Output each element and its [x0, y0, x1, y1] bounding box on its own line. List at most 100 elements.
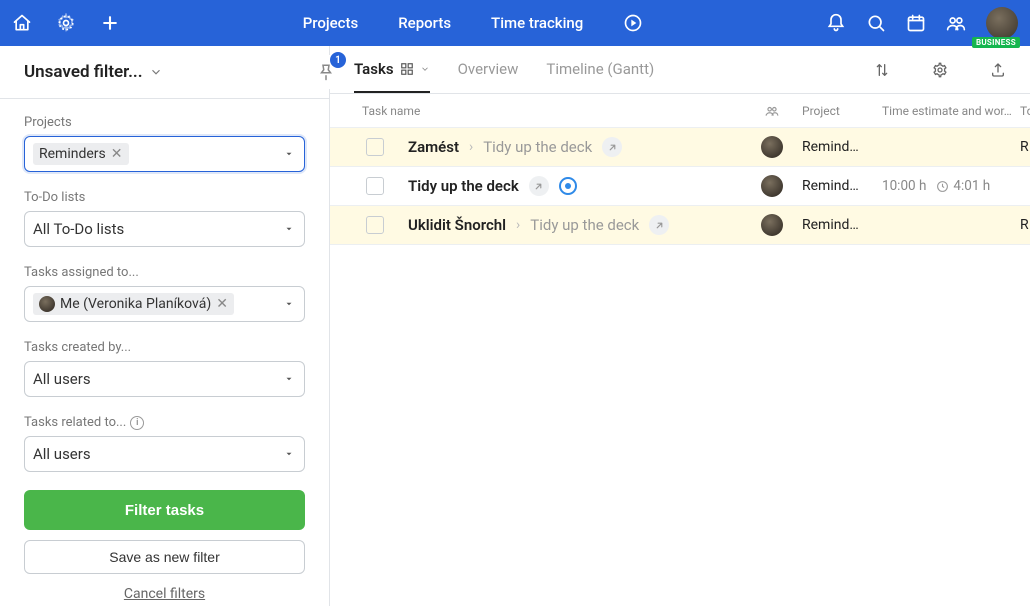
- field-assigned: Tasks assigned to... Me (Veronika Planík…: [24, 265, 305, 322]
- assignee-avatar: [761, 136, 783, 158]
- label-text: Tasks related to...: [24, 415, 126, 430]
- table-header: Task name Project Time estimate and wor……: [330, 94, 1030, 128]
- home-icon[interactable]: [12, 13, 32, 33]
- open-link-icon[interactable]: [649, 215, 669, 235]
- select-related[interactable]: All users: [24, 436, 305, 472]
- tab-tasks[interactable]: Tasks: [354, 46, 430, 93]
- filter-body: Projects Reminders ✕ To-Do lists All To-…: [0, 99, 329, 606]
- sidebar: Unsaved filter... 1 Projects Reminders ✕: [0, 46, 330, 606]
- crumb-separator-icon: ›: [469, 139, 473, 155]
- info-icon[interactable]: i: [130, 416, 144, 430]
- filter-header[interactable]: Unsaved filter... 1: [0, 46, 329, 99]
- chevron-down-icon: [420, 64, 430, 74]
- export-icon[interactable]: [990, 62, 1006, 78]
- add-icon[interactable]: [100, 13, 120, 33]
- chip-remove-icon[interactable]: ✕: [216, 296, 228, 312]
- cancel-filters-link[interactable]: Cancel filters: [24, 586, 305, 602]
- worked-value: 4:01 h: [953, 178, 990, 194]
- open-link-icon[interactable]: [529, 176, 549, 196]
- col-tail: To: [1014, 104, 1030, 118]
- settings-icon[interactable]: [932, 62, 948, 78]
- select-assigned[interactable]: Me (Veronika Planíková) ✕: [24, 286, 305, 322]
- task-checkbox[interactable]: [366, 216, 384, 234]
- task-name-cell: Uklidit Šnorchl › Tidy up the deck: [354, 215, 750, 235]
- crumb-separator-icon: ›: [516, 217, 520, 233]
- assignee-cell[interactable]: [750, 214, 794, 236]
- chevron-down-icon: [149, 65, 163, 79]
- select-todo[interactable]: All To-Do lists: [24, 211, 305, 247]
- select-value: All users: [33, 370, 91, 388]
- topbar-left: [12, 13, 120, 33]
- select-value: All To-Do lists: [33, 220, 124, 238]
- task-checkbox[interactable]: [366, 138, 384, 156]
- select-value: All users: [33, 445, 91, 463]
- worked-group: 4:01 h: [936, 178, 990, 194]
- task-checkbox[interactable]: [366, 177, 384, 195]
- col-task-name[interactable]: Task name: [354, 104, 750, 118]
- record-icon[interactable]: [559, 177, 577, 195]
- task-row[interactable]: Uklidit Šnorchl›Tidy up the deckRemind…R: [330, 206, 1030, 245]
- task-name-cell: Zamést › Tidy up the deck: [354, 137, 750, 157]
- open-link-icon[interactable]: [602, 137, 622, 157]
- assignee-cell[interactable]: [750, 175, 794, 197]
- tab-label: Tasks: [354, 60, 394, 78]
- label-related: Tasks related to... i: [24, 415, 305, 430]
- calendar-icon[interactable]: [906, 13, 926, 33]
- assignee-avatar: [761, 214, 783, 236]
- task-row[interactable]: Tidy up the deck Remind… 10:00 h 4:01 h: [330, 167, 1030, 206]
- task-row[interactable]: Zamést › Tidy up the deck Remind… R: [330, 128, 1030, 167]
- project-cell[interactable]: Remind…: [794, 139, 874, 155]
- filter-title: Unsaved filter...: [24, 62, 143, 82]
- project-cell[interactable]: Remind…: [794, 217, 874, 233]
- col-estimate[interactable]: Time estimate and wor…: [874, 104, 1014, 118]
- select-created[interactable]: All users: [24, 361, 305, 397]
- chip-project: Reminders ✕: [33, 143, 129, 165]
- gear-icon[interactable]: [56, 13, 76, 33]
- field-related: Tasks related to... i All users: [24, 415, 305, 472]
- label-assigned: Tasks assigned to...: [24, 265, 305, 280]
- tab-timeline[interactable]: Timeline (Gantt): [546, 46, 654, 93]
- sort-icon[interactable]: [874, 62, 890, 78]
- parent-task-name[interactable]: Tidy up the deck: [483, 138, 592, 156]
- badge-business: BUSINESS: [972, 37, 1020, 48]
- field-todo: To-Do lists All To-Do lists: [24, 190, 305, 247]
- search-icon[interactable]: [866, 13, 886, 33]
- bell-icon[interactable]: [826, 13, 846, 33]
- assignee-cell[interactable]: [750, 136, 794, 158]
- estimate-cell[interactable]: 10:00 h 4:01 h: [874, 178, 1014, 194]
- people-icon[interactable]: [946, 13, 966, 33]
- label-todo: To-Do lists: [24, 190, 305, 205]
- parent-task-name[interactable]: Tidy up the deck: [530, 216, 639, 234]
- avatar[interactable]: [986, 7, 1018, 39]
- grid-view-icon[interactable]: [400, 62, 414, 76]
- select-projects[interactable]: Reminders ✕: [24, 136, 305, 172]
- col-assignee[interactable]: [750, 104, 794, 118]
- topbar: Projects Reports Time tracking BUSINESS: [0, 0, 1030, 46]
- assignee-avatar: [761, 175, 783, 197]
- task-title[interactable]: Zamést: [408, 138, 459, 156]
- task-title[interactable]: Uklidit Šnorchl: [408, 216, 506, 234]
- task-title[interactable]: Tidy up the deck: [408, 177, 519, 195]
- chip-remove-icon[interactable]: ✕: [111, 146, 123, 162]
- tabs-row: Tasks Overview Timeline (Gantt): [330, 46, 1030, 94]
- tab-overview[interactable]: Overview: [458, 46, 519, 93]
- filter-tasks-button[interactable]: Filter tasks: [24, 490, 305, 530]
- caret-icon: [284, 374, 294, 384]
- estimate-value: 10:00 h: [882, 178, 926, 194]
- caret-icon: [284, 149, 294, 159]
- rows-container: Zamést › Tidy up the deck Remind… R Tidy up t…: [330, 128, 1030, 245]
- play-icon[interactable]: [623, 13, 643, 33]
- col-project[interactable]: Project: [794, 104, 874, 118]
- caret-icon: [284, 299, 294, 309]
- caret-icon: [284, 449, 294, 459]
- topbar-right: BUSINESS: [826, 7, 1018, 39]
- chip-label: Me (Veronika Planíková): [60, 296, 211, 312]
- tail-cell: R: [1014, 139, 1030, 155]
- nav-time-tracking[interactable]: Time tracking: [491, 14, 583, 32]
- pin-button[interactable]: 1: [309, 55, 343, 89]
- project-cell[interactable]: Remind…: [794, 178, 874, 194]
- nav-reports[interactable]: Reports: [398, 14, 451, 32]
- nav-projects[interactable]: Projects: [303, 14, 359, 32]
- save-filter-button[interactable]: Save as new filter: [24, 540, 305, 574]
- mini-avatar: [39, 296, 55, 312]
